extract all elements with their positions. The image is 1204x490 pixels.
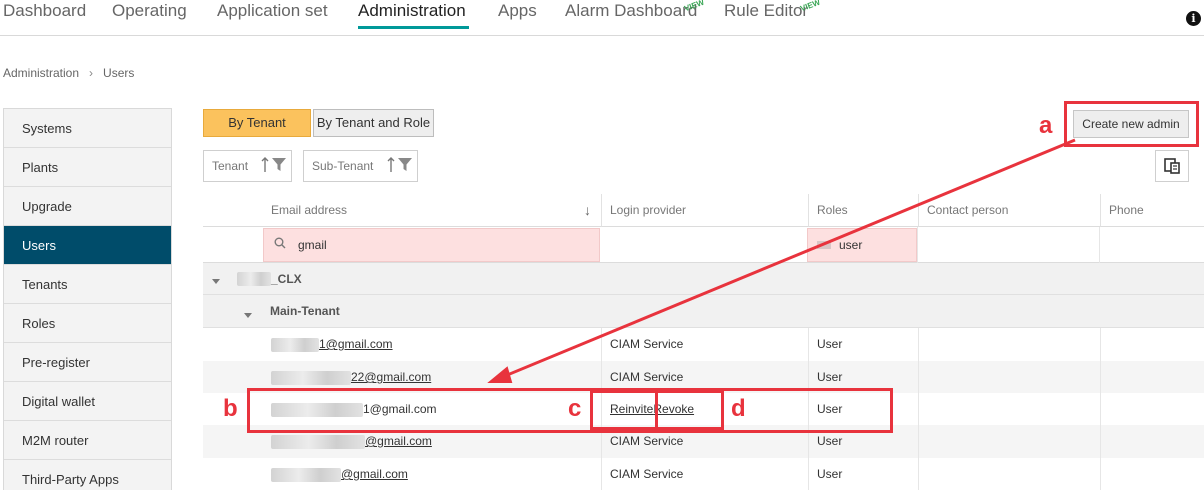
annotation-label-d: d [731, 395, 746, 422]
annotation-box-a [1064, 101, 1199, 147]
app-root: Dashboard Operating Application set Admi… [0, 0, 1204, 490]
annotation-label-c: c [568, 395, 582, 422]
annotation-label-b: b [223, 395, 238, 422]
annotation-box-d [655, 390, 724, 430]
annotation-label-a: a [1039, 112, 1053, 139]
annotation-box-c [590, 390, 658, 430]
